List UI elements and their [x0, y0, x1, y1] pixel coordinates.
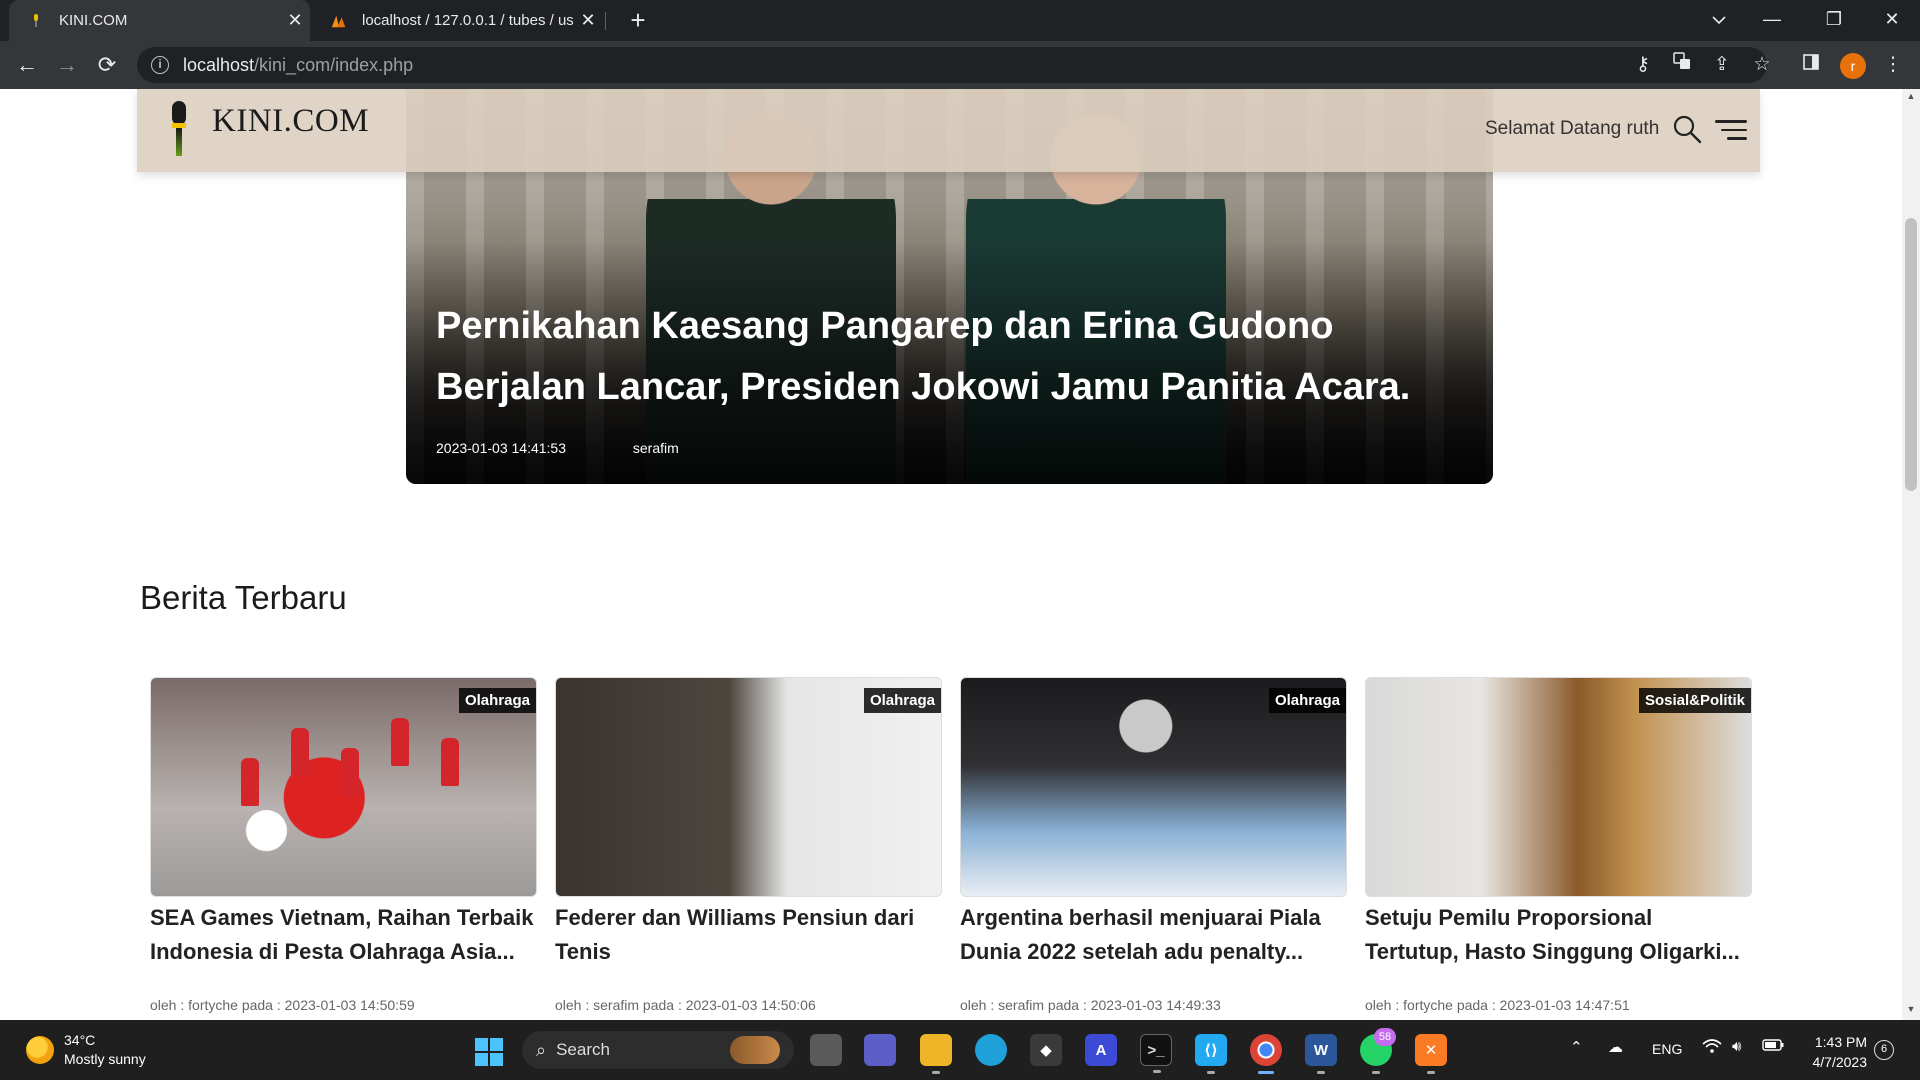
news-byline: oleh : fortyche pada : 2023-01-03 14:47:… — [1365, 997, 1630, 1013]
browser-toolbar: ← → ⟳ i localhost/kini_com/index.php ⚷ ⇪… — [0, 41, 1920, 89]
search-highlight-image — [730, 1036, 780, 1064]
search-icon[interactable] — [1672, 114, 1702, 144]
scroll-up-icon[interactable]: ▲ — [1902, 91, 1920, 105]
weather-temperature[interactable]: 34°C — [64, 1032, 95, 1048]
windows-start-icon[interactable] — [475, 1038, 503, 1066]
new-tab-button[interactable]: + — [622, 4, 654, 36]
notification-count-badge[interactable]: 6 — [1874, 1040, 1894, 1060]
tab-kini-com[interactable]: KINI.COM ✕ — [9, 0, 310, 41]
hamburger-menu-icon[interactable] — [1715, 120, 1747, 142]
news-title[interactable]: SEA Games Vietnam, Raihan Terbaik Indone… — [150, 901, 537, 969]
side-panel-icon[interactable] — [1795, 49, 1827, 81]
chrome-icon[interactable] — [1250, 1034, 1282, 1074]
news-card[interactable]: Sosial&Politik Setuju Pemilu Proporsiona… — [1365, 677, 1752, 1013]
news-card[interactable]: Olahraga Federer dan Williams Pensiun da… — [555, 677, 942, 1013]
hero-meta: 2023-01-03 14:41:53 serafim — [436, 440, 742, 456]
profile-avatar[interactable]: r — [1840, 53, 1866, 79]
restore-button[interactable]: ❐ — [1806, 0, 1862, 41]
kini-favicon-icon — [27, 12, 45, 30]
language-indicator[interactable]: ENG — [1652, 1041, 1682, 1057]
edge-browser-icon[interactable] — [975, 1034, 1007, 1066]
system-clock[interactable]: 1:43 PM 4/7/2023 — [1803, 1032, 1868, 1072]
minimize-button[interactable]: — — [1744, 0, 1800, 41]
category-badge[interactable]: Sosial&Politik — [1638, 688, 1751, 713]
clock-date: 4/7/2023 — [1812, 1054, 1868, 1070]
weather-sun-icon[interactable] — [26, 1036, 54, 1064]
user-greeting: Selamat Datang ruth — [1485, 118, 1660, 139]
close-tab-icon[interactable]: ✕ — [573, 10, 603, 31]
onedrive-cloud-icon[interactable]: ☁ — [1608, 1038, 1623, 1056]
windows-taskbar: 34°C Mostly sunny ⌕ Search ◆ A >_ ⟨⟩ W 5… — [0, 1020, 1920, 1080]
category-badge[interactable]: Olahraga — [458, 688, 536, 713]
news-thumbnail[interactable]: Sosial&Politik — [1365, 677, 1752, 897]
word-icon[interactable]: W — [1305, 1034, 1337, 1074]
scrollbar-thumb[interactable] — [1905, 218, 1917, 491]
site-header: KINI.COM Selamat Datang ruth — [137, 89, 1760, 172]
reload-icon[interactable]: ⟳ — [91, 49, 123, 81]
page-viewport: Pernikahan Kaesang Pangarep dan Erina Gu… — [0, 89, 1902, 1020]
password-key-icon[interactable]: ⚷ — [1627, 49, 1659, 81]
news-byline: oleh : serafim pada : 2023-01-03 14:50:0… — [555, 997, 816, 1013]
tab-divider — [605, 12, 606, 30]
news-thumbnail[interactable]: Olahraga — [960, 677, 1347, 897]
category-badge[interactable]: Olahraga — [1268, 688, 1346, 713]
vscode-icon[interactable]: ⟨⟩ — [1195, 1034, 1227, 1074]
news-title[interactable]: Argentina berhasil menjuarai Piala Dunia… — [960, 901, 1347, 969]
forward-arrow-icon[interactable]: → — [51, 49, 83, 81]
volume-icon[interactable]: 🔊︎ — [1732, 1038, 1741, 1055]
show-hidden-icons-chevron-icon[interactable]: ⌃ — [1570, 1038, 1583, 1056]
news-byline: oleh : serafim pada : 2023-01-03 14:49:3… — [960, 997, 1221, 1013]
tab-search-chevron-icon[interactable] — [1691, 0, 1747, 41]
hero-author: serafim — [632, 440, 679, 456]
terminal-icon[interactable]: >_ — [1140, 1034, 1172, 1073]
bookmark-star-icon[interactable]: ☆ — [1746, 49, 1778, 81]
site-logo[interactable]: KINI.COM — [212, 103, 369, 140]
clock-time: 1:43 PM — [1814, 1034, 1867, 1050]
back-arrow-icon[interactable]: ← — [11, 49, 43, 81]
teams-chat-icon[interactable] — [864, 1034, 896, 1066]
news-card[interactable]: Olahraga SEA Games Vietnam, Raihan Terba… — [150, 677, 537, 1013]
battery-icon[interactable] — [1762, 1038, 1784, 1055]
browser-tab-strip: KINI.COM ✕ localhost / 127.0.0.1 / tubes… — [0, 0, 1920, 41]
close-window-button[interactable]: ✕ — [1864, 0, 1920, 41]
task-view-icon[interactable] — [810, 1034, 842, 1066]
news-title[interactable]: Setuju Pemilu Proporsional Tertutup, Has… — [1365, 901, 1752, 969]
hero-date: 2023-01-03 14:41:53 — [436, 440, 566, 456]
scroll-down-icon[interactable]: ▼ — [1902, 1004, 1920, 1018]
news-card[interactable]: Olahraga Argentina berhasil menjuarai Pi… — [960, 677, 1347, 1013]
news-thumbnail[interactable]: Olahraga — [555, 677, 942, 897]
hero-headline[interactable]: Pernikahan Kaesang Pangarep dan Erina Gu… — [436, 296, 1466, 418]
tab-title: KINI.COM — [59, 12, 128, 29]
whatsapp-unread-badge: 58 — [1374, 1028, 1396, 1046]
phpmyadmin-favicon-icon — [330, 12, 348, 30]
dev-app-icon[interactable]: A — [1085, 1034, 1117, 1066]
wifi-icon[interactable] — [1702, 1038, 1722, 1058]
taskbar-search-label: Search — [556, 1040, 610, 1059]
xampp-icon[interactable]: ✕ — [1415, 1034, 1447, 1074]
taskbar-search[interactable]: ⌕ Search — [522, 1031, 794, 1069]
news-byline: oleh : fortyche pada : 2023-01-03 14:50:… — [150, 997, 415, 1013]
close-tab-icon[interactable]: ✕ — [280, 10, 310, 31]
search-icon: ⌕ — [536, 1039, 547, 1060]
news-title[interactable]: Federer dan Williams Pensiun dari Tenis — [555, 901, 942, 969]
tab-title: localhost / 127.0.0.1 / tubes / use — [362, 12, 573, 29]
translate-icon[interactable] — [1666, 49, 1698, 81]
address-bar[interactable]: i localhost/kini_com/index.php — [137, 47, 1767, 83]
tab-phpmyadmin[interactable]: localhost / 127.0.0.1 / tubes / use ✕ — [312, 0, 603, 41]
site-info-icon[interactable]: i — [151, 56, 169, 74]
file-explorer-icon[interactable] — [920, 1034, 952, 1074]
category-badge[interactable]: Olahraga — [863, 688, 941, 713]
share-icon[interactable]: ⇪ — [1706, 49, 1738, 81]
unity-hub-icon[interactable]: ◆ — [1030, 1034, 1062, 1066]
url-text: localhost/kini_com/index.php — [183, 54, 414, 75]
section-title: Berita Terbaru — [140, 579, 347, 616]
news-thumbnail[interactable]: Olahraga — [150, 677, 537, 897]
weather-description[interactable]: Mostly sunny — [64, 1051, 146, 1067]
chrome-menu-icon[interactable]: ⋮ — [1877, 49, 1909, 81]
microphone-logo-icon[interactable] — [172, 101, 186, 159]
page-scrollbar[interactable]: ▲ ▼ — [1902, 89, 1920, 1020]
